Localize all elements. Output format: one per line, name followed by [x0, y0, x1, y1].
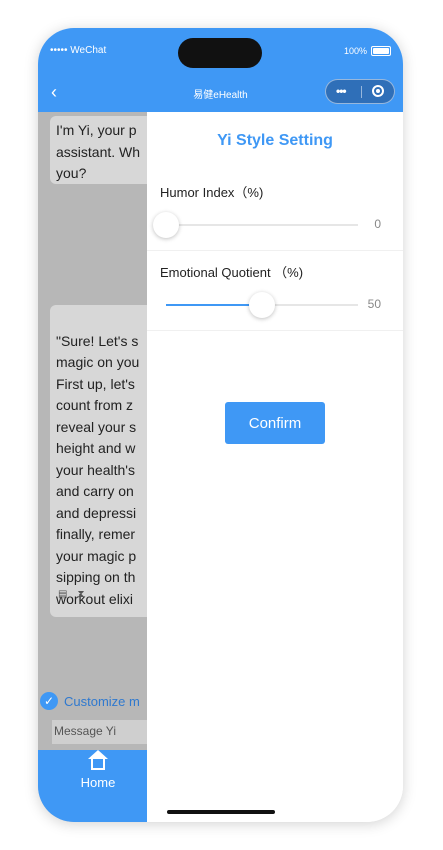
assistant-message-text: "Sure! Let's s magic on you First up, le…: [56, 332, 140, 607]
phone-frame: ••••• WeChat 100% ‹ 易健eHealth ••• I'm Yi…: [38, 28, 403, 822]
tab-home-label: Home: [80, 775, 116, 790]
emotional-quotient-value: 50: [367, 297, 381, 311]
battery-status: 100%: [344, 46, 391, 56]
drawer-title: Yi Style Setting: [217, 132, 333, 149]
battery-percent: 100%: [343, 46, 367, 56]
slider-thumb[interactable]: [249, 292, 275, 318]
slider-track: [166, 224, 358, 226]
customize-toggle[interactable]: ✓ Customize m: [40, 690, 147, 712]
close-miniprogram-icon[interactable]: [372, 85, 384, 97]
customize-label: Customize m: [64, 693, 140, 709]
home-icon: [86, 750, 110, 772]
slider-fill: [166, 304, 262, 306]
style-setting-drawer: Yi Style Setting Humor Index（%) 0 Emotio…: [147, 112, 403, 822]
dynamic-island: [178, 38, 262, 68]
hourglass-icon[interactable]: ⧗: [77, 584, 84, 606]
emotional-quotient-label: Emotional Quotient （%): [160, 265, 304, 280]
more-icon[interactable]: •••: [336, 84, 347, 98]
confirm-button[interactable]: Confirm: [225, 402, 325, 444]
battery-icon: [371, 46, 391, 56]
message-input[interactable]: Message Yi: [52, 720, 147, 744]
humor-index-label: Humor Index（%): [160, 185, 264, 200]
humor-index-value: 0: [374, 217, 381, 231]
assistant-message: I'm Yi, your p assistant. Wh you?: [50, 116, 147, 184]
miniprogram-capsule: •••: [325, 79, 395, 104]
check-icon: ✓: [40, 692, 58, 710]
chat-background: I'm Yi, your p assistant. Wh you? "Sure!…: [38, 112, 147, 822]
humor-index-slider[interactable]: [153, 210, 368, 240]
carrier-label: ••••• WeChat: [50, 45, 107, 56]
copy-icon[interactable]: ▤: [58, 584, 67, 606]
assistant-message: "Sure! Let's s magic on you First up, le…: [50, 305, 147, 617]
message-actions: ▤ ⧗: [58, 584, 84, 606]
home-indicator: [167, 810, 275, 814]
slider-thumb[interactable]: [153, 212, 179, 238]
humor-index-setting: Humor Index（%) 0: [147, 170, 403, 251]
navigation-bar: ‹ 易健eHealth •••: [38, 74, 403, 112]
emotional-quotient-slider[interactable]: [156, 290, 368, 320]
tab-bar: Home: [38, 750, 147, 822]
tab-home[interactable]: Home: [78, 750, 118, 790]
emotional-quotient-setting: Emotional Quotient （%) 50: [147, 250, 403, 331]
status-bar: ••••• WeChat 100%: [38, 28, 403, 74]
capsule-divider: [361, 86, 362, 98]
